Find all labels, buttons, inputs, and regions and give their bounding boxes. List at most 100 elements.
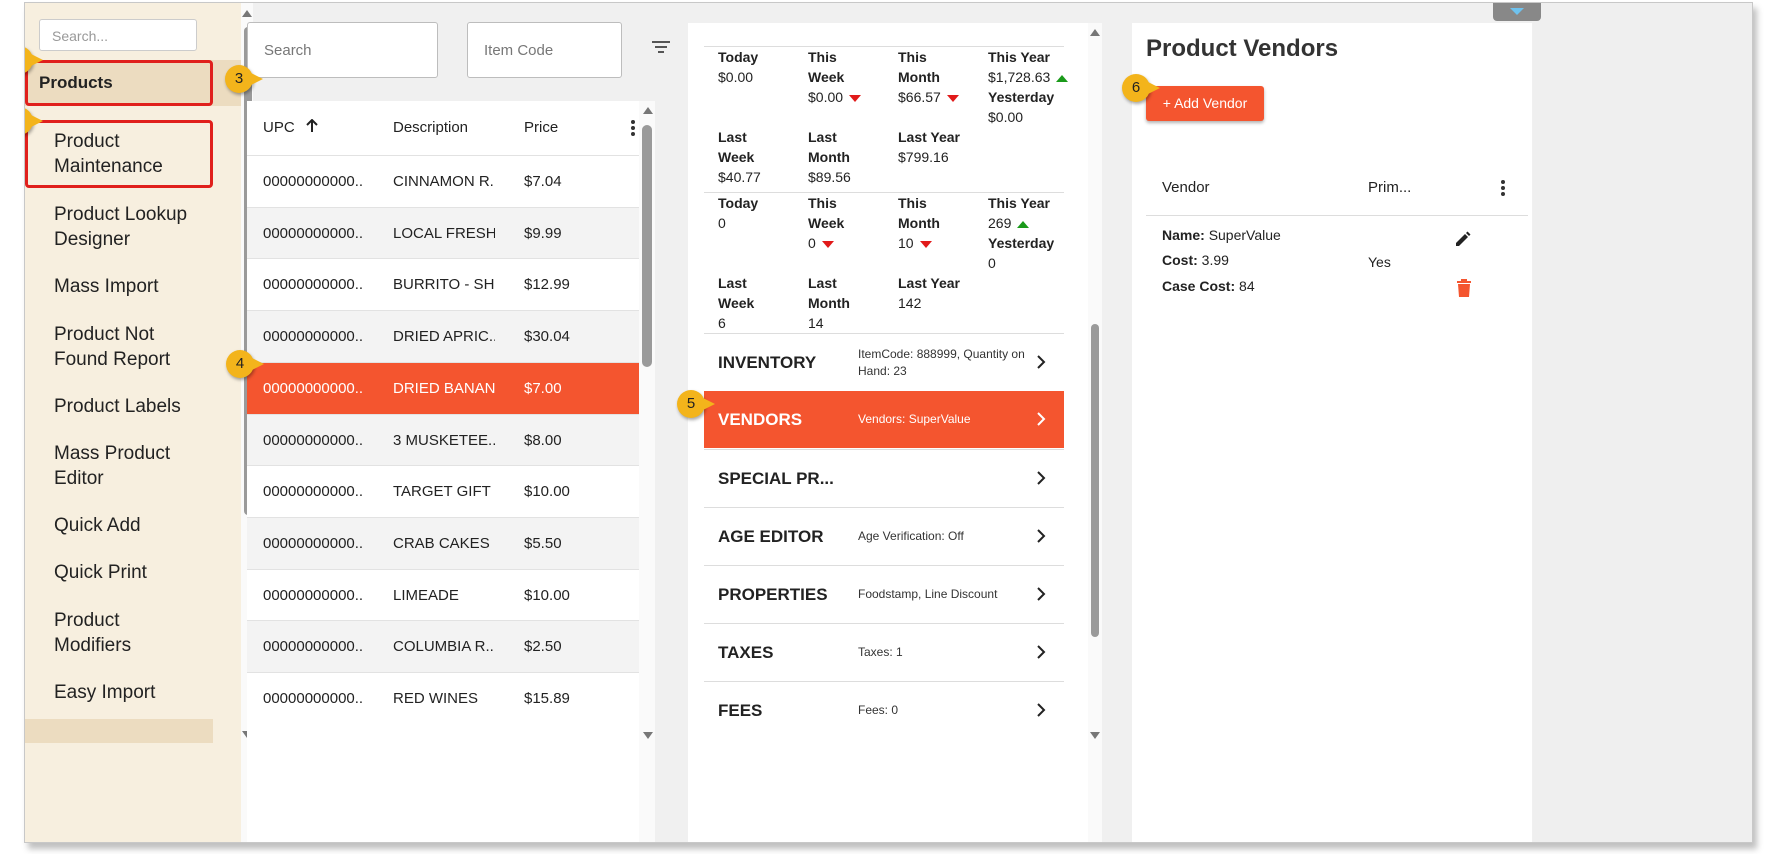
stat-value: 0: [988, 255, 996, 271]
stat-last-month: Last Month $89.56: [808, 127, 851, 187]
stat-label: Week: [718, 149, 755, 165]
section-age-editor[interactable]: AGE EDITOR Age Verification: Off: [704, 507, 1064, 565]
section-special-pr[interactable]: SPECIAL PR...: [704, 449, 1064, 507]
product-table: UPC Description Price 00000000000... CINN…: [247, 101, 639, 842]
stat-label: Month: [898, 215, 940, 231]
table-scroll-thumb[interactable]: [642, 125, 652, 367]
sidebar-next-item: [25, 719, 213, 743]
col-header-upc[interactable]: UPC: [263, 101, 319, 155]
nav-label-line: Product Not: [54, 324, 155, 345]
table-row[interactable]: 00000000000... 3 MUSKETEE... $8.00: [247, 413, 639, 466]
stat-label: Today: [718, 49, 759, 65]
col-header-price[interactable]: Price: [524, 101, 558, 155]
table-row[interactable]: 00000000000... CRAB CAKES $5.50: [247, 516, 639, 569]
cell-price: $5.50: [524, 534, 562, 552]
cell-price: $8.00: [524, 431, 562, 449]
table-row[interactable]: 00000000000... COLUMBIA R... $2.50: [247, 620, 639, 673]
cell-upc: 00000000000...: [263, 534, 363, 552]
cell-description: DRIED BANAN...: [393, 379, 495, 397]
stat-label: Week: [718, 295, 755, 311]
stat-value: 14: [808, 315, 824, 331]
more-vert-icon[interactable]: [1500, 179, 1506, 197]
nav-label-line: Mass Import: [54, 276, 159, 297]
section-summary: Vendors: SuperValue: [858, 412, 971, 426]
nav-label-line: Modifiers: [54, 635, 132, 656]
section-inventory[interactable]: INVENTORY ItemCode: 888999, Quantity on H…: [704, 333, 1064, 391]
cell-description: DRIED APRIC...: [393, 328, 495, 346]
table-row[interactable]: 00000000000... DRIED BANAN... $7.00: [247, 361, 639, 414]
scroll-up-icon[interactable]: [643, 107, 653, 114]
filter-icon[interactable]: [651, 39, 671, 55]
vendor-cost: Cost: 3.99: [1162, 252, 1229, 268]
stat-label: Month: [808, 149, 850, 165]
stat-label: Yesterday: [988, 89, 1055, 105]
field-value: 84: [1239, 278, 1255, 294]
table-row[interactable]: 00000000000... TARGET GIFT ... $10.00: [247, 465, 639, 517]
stat-label: This: [898, 49, 927, 65]
section-fees[interactable]: FEES Fees: 0: [704, 681, 1064, 739]
callout-4: 4: [226, 350, 264, 378]
product-search-input[interactable]: Search: [247, 22, 438, 78]
scroll-up-icon[interactable]: [242, 10, 252, 17]
col-header-vendor[interactable]: Vendor: [1162, 179, 1210, 196]
cell-upc: 00000000000...: [263, 328, 363, 346]
table-row[interactable]: 00000000000... RED WINES $15.89: [247, 672, 639, 724]
chevron-right-icon: [1037, 355, 1046, 369]
product-vendors-panel: Product Vendors + Add Vendor Vendor Prim…: [1132, 23, 1532, 842]
scroll-down-icon[interactable]: [1090, 732, 1100, 739]
cell-price: $30.04: [524, 328, 570, 346]
stat-label: Last: [718, 129, 747, 145]
panel-title: Product Vendors: [1146, 35, 1339, 62]
field-label: Case Cost:: [1162, 278, 1236, 294]
col-header-description[interactable]: Description: [393, 101, 468, 155]
table-row[interactable]: 00000000000... CINNAMON R... $7.04: [247, 155, 639, 207]
cell-description: BURRITO - SH...: [393, 276, 495, 294]
cell-description: CINNAMON R...: [393, 173, 495, 190]
units-this-month: This Month 10: [898, 193, 940, 253]
stat-value: 142: [898, 295, 922, 311]
section-summary: Foodstamp, Line Discount: [858, 587, 998, 601]
nav-label-line: Product Labels: [54, 396, 181, 417]
collapse-tab[interactable]: [1493, 3, 1541, 21]
section-vendors[interactable]: VENDORS Vendors: SuperValue: [704, 391, 1064, 448]
scroll-down-icon[interactable]: [643, 732, 653, 739]
item-code-input[interactable]: Item Code: [467, 22, 622, 78]
edit-icon[interactable]: [1454, 230, 1472, 248]
trend-down-icon: [919, 240, 932, 248]
cell-description: RED WINES: [393, 690, 479, 707]
stat-label: Last Year: [898, 129, 961, 145]
field-value: 3.99: [1201, 252, 1229, 268]
table-row[interactable]: 00000000000... BURRITO - SH... $12.99: [247, 258, 639, 310]
detail-scroll-thumb[interactable]: [1091, 324, 1099, 637]
cell-upc: 00000000000...: [263, 638, 363, 656]
nav-label-line: Product Lookup: [54, 204, 188, 225]
section-summary: ItemCode: 888999, Quantity on Hand: 23: [858, 346, 1025, 378]
cell-price: $10.00: [524, 483, 570, 501]
stat-label: Month: [808, 295, 850, 311]
stat-label: Month: [898, 69, 940, 85]
stat-label: Week: [808, 215, 845, 231]
callout-6: 6: [1122, 74, 1160, 102]
stat-value: $799.16: [898, 149, 949, 165]
more-vert-icon[interactable]: [630, 119, 636, 137]
chevron-right-icon: [1037, 645, 1046, 659]
col-header-primary[interactable]: Prim...: [1368, 179, 1411, 196]
table-row[interactable]: 00000000000... LIMEADE $10.00: [247, 568, 639, 621]
cell-upc: 00000000000...: [263, 483, 363, 501]
scroll-up-icon[interactable]: [1090, 29, 1100, 36]
sidebar-search-input[interactable]: Search...: [39, 19, 197, 51]
section-taxes[interactable]: TAXES Taxes: 1: [704, 623, 1064, 681]
table-row[interactable]: 00000000000... LOCAL FRESH... $9.99: [247, 206, 639, 259]
section-properties[interactable]: PROPERTIES Foodstamp, Line Discount: [704, 565, 1064, 623]
sort-ascending-icon: [306, 118, 318, 132]
table-row[interactable]: 00000000000... DRIED APRIC... $30.04: [247, 310, 639, 363]
trend-up-icon: [1017, 220, 1030, 228]
add-vendor-button[interactable]: + Add Vendor: [1146, 86, 1264, 121]
stat-today: Today $0.00: [718, 47, 758, 87]
stat-value: 269: [988, 215, 1012, 231]
stat-label: Last: [808, 275, 837, 291]
cell-price: $12.99: [524, 276, 570, 294]
delete-icon[interactable]: [1456, 279, 1472, 298]
trend-down-icon: [821, 240, 834, 248]
cell-description: COLUMBIA R...: [393, 638, 495, 656]
